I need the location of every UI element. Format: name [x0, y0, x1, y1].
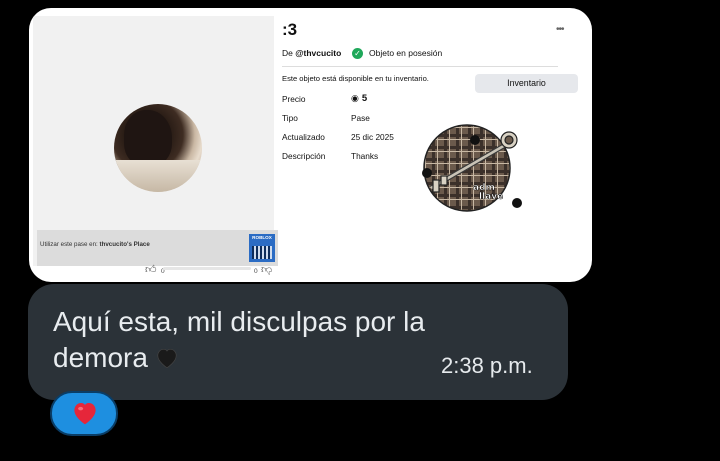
vote-bar-area: 👍︎ 0 0 👎︎ — [33, 260, 274, 280]
red-heart-icon — [74, 403, 96, 425]
robux-icon: ◉ — [351, 93, 359, 103]
price-label: Precio — [282, 94, 306, 104]
thumbs-down-icon: 👎︎ — [261, 264, 273, 276]
check-circle-icon: ✓ — [352, 48, 363, 59]
thumbs-up-icon: 👍︎ — [145, 264, 157, 276]
message-bubble[interactable]: Aquí esta, mil disculpas por la demora 2… — [28, 284, 568, 400]
type-value: Pase — [351, 113, 370, 123]
updated-label: Actualizado — [282, 132, 325, 142]
price-value: ◉ 5 — [351, 93, 368, 104]
item-avatar-image — [114, 104, 202, 192]
downvote-count: 0 — [254, 268, 258, 275]
roblox-logo: ROBLOX — [249, 234, 275, 262]
reaction-badge[interactable] — [50, 391, 118, 436]
description-value: Thanks — [351, 151, 379, 161]
description-label: Descripción — [282, 151, 326, 161]
black-heart-emoji-icon — [157, 349, 177, 369]
message-timestamp: 2:38 p.m. — [441, 353, 533, 378]
promo-text: Utilizar este pase en: thvcucito's Place — [40, 241, 150, 248]
item-thumbnail: Utilizar este pase en: thvcucito's Place… — [33, 16, 278, 266]
item-title: :3 — [282, 20, 298, 39]
availability-text: Este objeto está disponible en tu invent… — [282, 74, 429, 83]
vote-ratio-bar — [163, 267, 251, 270]
inventory-button: Inventario — [475, 74, 578, 93]
shared-image[interactable]: Utilizar este pase en: thvcucito's Place… — [29, 8, 592, 282]
updated-value: 25 dic 2025 — [351, 132, 394, 142]
key-pass-image: adm llave — [422, 124, 522, 212]
more-options-icon: ••• — [556, 24, 564, 35]
image-text-line2: llave — [479, 192, 503, 202]
owned-label: Objeto en posesión — [369, 48, 443, 58]
type-label: Tipo — [282, 113, 298, 123]
divider — [282, 66, 558, 67]
creator-line: De @thvcucito — [282, 48, 342, 58]
